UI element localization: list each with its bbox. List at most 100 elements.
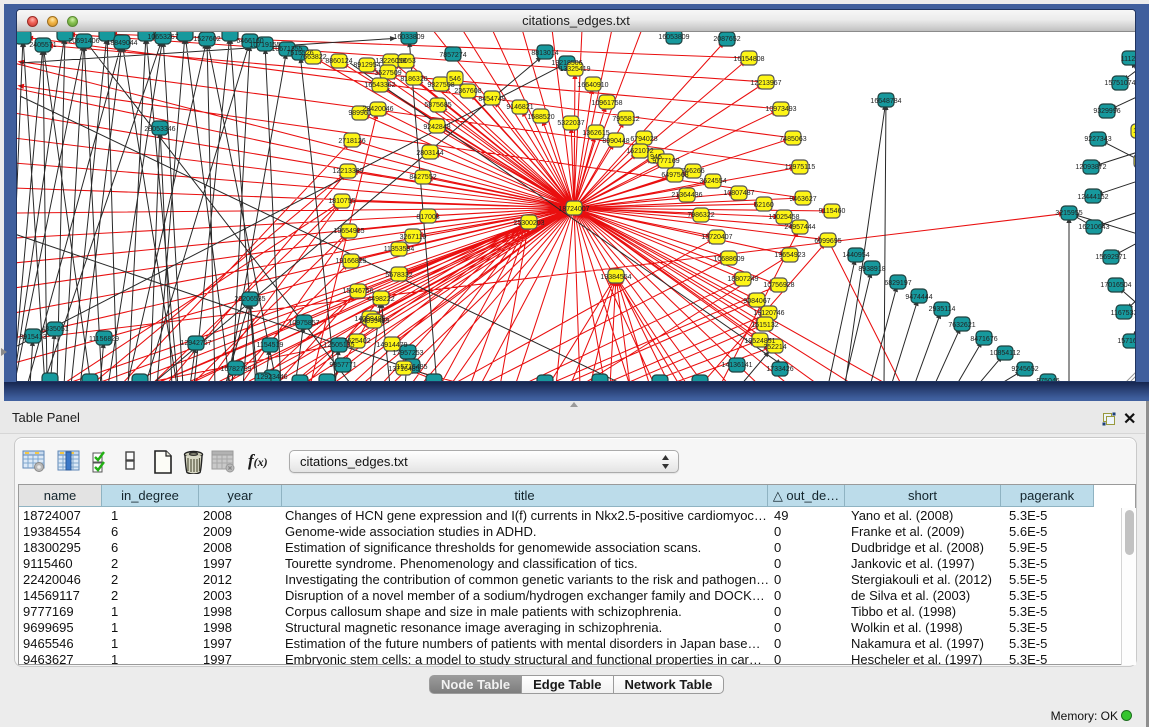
svg-text:1810755: 1810755 (328, 198, 355, 205)
svg-text:16033809: 16033809 (393, 34, 424, 41)
svg-text:9329996: 9329996 (1093, 108, 1120, 115)
svg-text:1615132: 1615132 (751, 322, 778, 329)
svg-text:7955812: 7955812 (612, 116, 639, 123)
svg-text:15751074: 15751074 (1104, 80, 1135, 87)
svg-text:10854112: 10854112 (990, 350, 1021, 357)
svg-text:9146821: 9146821 (506, 104, 533, 111)
svg-text:14099489: 14099489 (358, 318, 389, 325)
svg-text:9084067: 9084067 (743, 298, 770, 305)
svg-text:1588520: 1588520 (527, 114, 554, 121)
svg-text:10756928: 10756928 (763, 282, 794, 289)
svg-text:18807249: 18807249 (727, 276, 758, 283)
svg-text:817008: 817008 (416, 214, 439, 221)
svg-text:4835051: 4835051 (41, 326, 68, 333)
svg-text:15692971: 15692971 (1095, 254, 1126, 261)
svg-text:11121: 11121 (1121, 56, 1136, 63)
svg-text:127: 127 (1133, 128, 1136, 135)
svg-text:2803144: 2803144 (416, 150, 443, 157)
svg-text:9115460: 9115460 (819, 208, 846, 215)
svg-text:15046756: 15046756 (342, 288, 373, 295)
svg-text:8454749: 8454749 (478, 96, 505, 103)
svg-text:2367608: 2367608 (454, 88, 481, 95)
svg-text:7986322: 7986322 (687, 212, 714, 219)
svg-text:6497568: 6497568 (661, 172, 688, 179)
svg-text:8813014: 8813014 (531, 50, 558, 57)
svg-text:14914479: 14914479 (376, 342, 407, 349)
svg-text:9327508: 9327508 (427, 82, 454, 89)
svg-text:12505135: 12505135 (323, 342, 354, 349)
svg-text:2718126: 2718126 (338, 138, 365, 145)
svg-text:5322037: 5322037 (557, 120, 584, 127)
svg-text:15720407: 15720407 (701, 234, 732, 241)
svg-text:16782759: 16782759 (220, 366, 251, 373)
svg-text:20691406: 20691406 (68, 38, 99, 45)
svg-text:17016504: 17016504 (1100, 282, 1131, 289)
svg-text:16154808: 16154808 (733, 56, 764, 63)
svg-text:12444152: 12444152 (1077, 194, 1108, 201)
svg-text:9242848: 9242848 (423, 124, 450, 131)
svg-text:24957444: 24957444 (784, 224, 815, 231)
svg-text:14136141: 14136141 (721, 362, 752, 369)
svg-text:2935114: 2935114 (929, 306, 956, 313)
svg-text:19384554: 19384554 (600, 274, 631, 281)
svg-text:25300203: 25300203 (513, 220, 544, 227)
svg-text:1167533: 1167533 (1111, 310, 1136, 317)
svg-text:8427552: 8427552 (409, 174, 436, 181)
svg-text:18849044: 18849044 (106, 40, 137, 47)
svg-text:11353594: 11353594 (384, 246, 415, 253)
svg-text:2087652: 2087652 (713, 36, 740, 43)
svg-text:10653267: 10653267 (147, 34, 178, 41)
svg-text:21364436: 21364436 (671, 192, 702, 199)
svg-text:3267110: 3267110 (400, 234, 427, 241)
svg-text:10975857: 10975857 (288, 320, 319, 327)
svg-text:1154519: 1154519 (257, 342, 284, 349)
svg-text:16648784: 16648784 (870, 98, 901, 105)
svg-text:8860124: 8860124 (325, 58, 352, 65)
svg-text:12093872: 12093872 (1075, 164, 1106, 171)
svg-text:8186328: 8186328 (400, 76, 427, 83)
svg-text:3915413: 3915413 (19, 334, 46, 341)
svg-text:1440954: 1440954 (842, 252, 869, 259)
svg-text:7485063: 7485063 (779, 136, 806, 143)
svg-text:10688609: 10688609 (713, 256, 744, 263)
svg-text:10973493: 10973493 (765, 106, 796, 113)
svg-text:1362615: 1362615 (582, 130, 609, 137)
svg-text:1733426: 1733426 (766, 366, 793, 373)
svg-text:8990448: 8990448 (602, 138, 629, 145)
svg-text:1527602: 1527602 (193, 36, 220, 43)
svg-text:8471676: 8471676 (970, 336, 997, 343)
svg-text:7663822: 7663822 (299, 54, 326, 61)
svg-text:9474444: 9474444 (905, 294, 932, 301)
svg-text:16210643: 16210643 (1078, 224, 1109, 231)
svg-text:16053: 16053 (396, 58, 416, 65)
svg-text:5678332: 5678332 (385, 272, 412, 279)
svg-text:20206535: 20206535 (234, 296, 265, 303)
svg-text:13325419: 13325419 (559, 66, 590, 73)
svg-text:9245652: 9245652 (1011, 366, 1038, 373)
svg-text:18724007: 18724007 (558, 206, 589, 213)
svg-text:19654985: 19654985 (333, 228, 364, 235)
svg-text:6099695: 6099695 (814, 238, 841, 245)
svg-text:16543362: 16543362 (364, 82, 395, 89)
svg-text:16120746: 16120746 (753, 310, 784, 317)
svg-text:12942757: 12942757 (180, 340, 211, 347)
svg-text:12213967: 12213967 (750, 80, 781, 87)
svg-text:9463627: 9463627 (789, 196, 816, 203)
svg-text:2405571: 2405571 (29, 42, 56, 49)
svg-text:11156829: 11156829 (89, 336, 119, 343)
svg-text:4498222: 4498222 (367, 296, 394, 303)
svg-text:10961758: 10961758 (591, 100, 622, 107)
svg-text:10025458: 10025458 (768, 214, 799, 221)
svg-text:546: 546 (449, 76, 461, 83)
svg-text:19654923: 19654923 (774, 252, 805, 259)
svg-text:16640910: 16640910 (577, 82, 608, 89)
svg-text:62160: 62160 (754, 202, 774, 209)
svg-text:13716485: 13716485 (388, 366, 419, 373)
svg-text:252214: 252214 (763, 344, 786, 351)
svg-text:12923446: 12923446 (256, 374, 287, 381)
svg-text:12213369: 12213369 (332, 168, 363, 175)
svg-text:5875685: 5875685 (424, 102, 451, 109)
svg-text:3527509: 3527509 (374, 70, 401, 77)
svg-text:7857274: 7857274 (439, 52, 466, 59)
svg-text:10807487: 10807487 (723, 190, 754, 197)
